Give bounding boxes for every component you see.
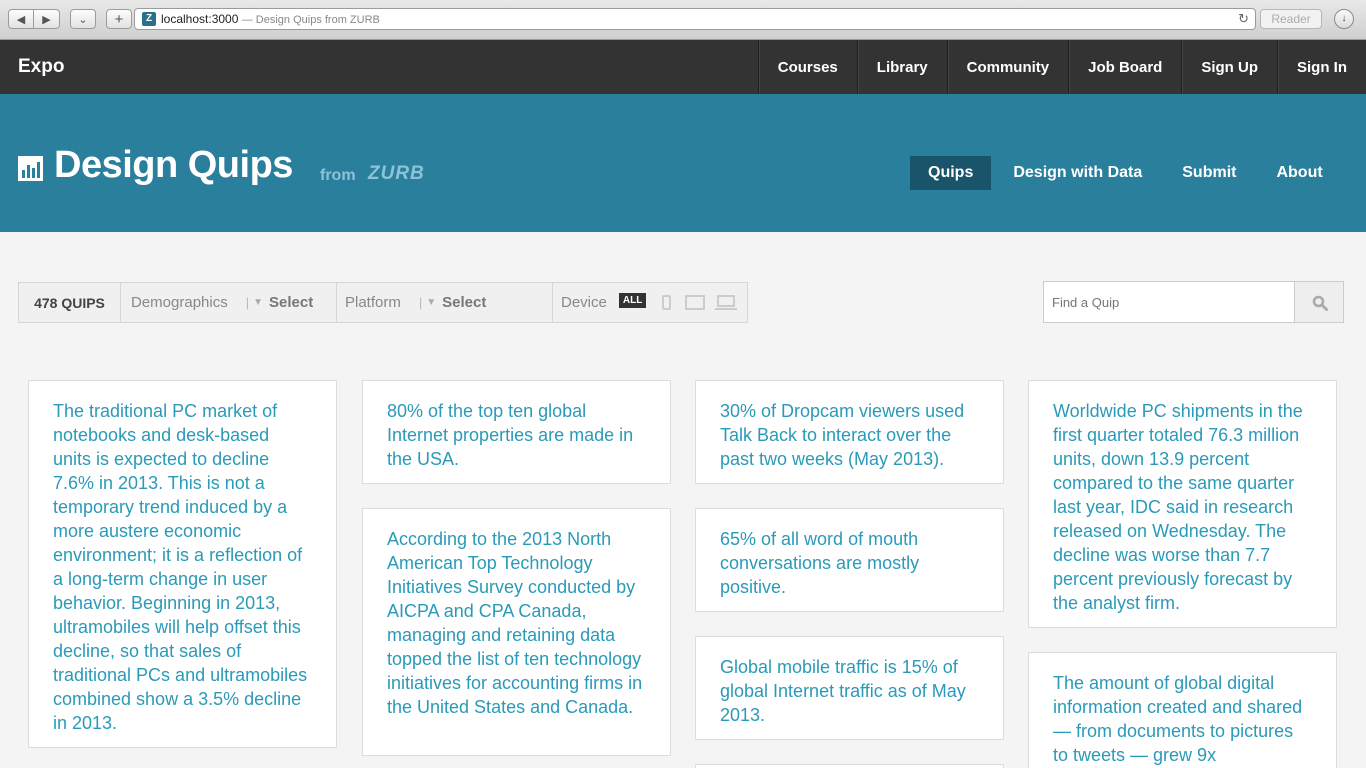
platform-filter[interactable]: Platform | ▼ Select: [337, 283, 553, 322]
quip-card[interactable]: [695, 764, 1004, 768]
back-arrow-icon: ◀: [16, 13, 26, 26]
nav-library[interactable]: Library: [856, 40, 947, 94]
divider: |: [245, 295, 250, 310]
browser-toolbar: ◀ ▶ ⌄ + Z localhost:3000 — Design Quips …: [0, 0, 1366, 40]
downloads-icon[interactable]: ↓: [1334, 9, 1354, 29]
quip-card[interactable]: Worldwide PC shipments in the first quar…: [1028, 380, 1337, 628]
tab-about[interactable]: About: [1258, 156, 1340, 190]
back-button[interactable]: ◀: [8, 9, 34, 29]
tab-submit[interactable]: Submit: [1164, 156, 1254, 190]
search-input[interactable]: [1043, 281, 1295, 323]
quip-card[interactable]: 65% of all word of mouth conversations a…: [695, 508, 1004, 612]
quip-card[interactable]: 30% of Dropcam viewers used Talk Back to…: [695, 380, 1004, 484]
pocket-icon: ⌄: [78, 13, 88, 26]
url: localhost:3000: [161, 12, 239, 26]
quip-count: 478 QUIPS: [19, 283, 121, 322]
nav-sign-up[interactable]: Sign Up: [1181, 40, 1277, 94]
hero-banner: Design Quips from ZURB Quips Design with…: [0, 94, 1366, 232]
phone-icon[interactable]: [662, 295, 672, 310]
new-tab-button[interactable]: +: [106, 9, 132, 29]
search-button[interactable]: [1294, 281, 1344, 323]
reader-button[interactable]: Reader: [1260, 9, 1322, 29]
demographics-select[interactable]: Select: [269, 294, 313, 311]
top-nav-list: Courses Library Community Job Board Sign…: [757, 40, 1366, 94]
forward-button[interactable]: ▶: [34, 9, 60, 29]
bar-chart-icon: [18, 156, 43, 181]
platform-label: Platform: [345, 294, 401, 311]
pocket-button[interactable]: ⌄: [70, 9, 96, 29]
quip-card[interactable]: Global mobile traffic is 15% of global I…: [695, 636, 1004, 740]
nav-sign-in[interactable]: Sign In: [1277, 40, 1366, 94]
address-bar[interactable]: Z localhost:3000 — Design Quips from ZUR…: [134, 8, 1256, 30]
search-icon: [1312, 295, 1328, 311]
tab-quips[interactable]: Quips: [910, 156, 992, 190]
device-label: Device: [561, 294, 607, 311]
demographics-label: Demographics: [131, 294, 228, 311]
top-navigation: Expo Courses Library Community Job Board…: [0, 40, 1366, 94]
forward-arrow-icon: ▶: [42, 13, 51, 26]
zurb-logo[interactable]: ZURB: [368, 163, 425, 185]
divider: |: [418, 295, 423, 310]
section-nav: Quips Design with Data Submit About: [910, 156, 1345, 190]
quip-card[interactable]: The amount of global digital information…: [1028, 652, 1337, 768]
favicon-icon: Z: [142, 12, 156, 26]
demographics-filter[interactable]: Demographics | ▼ Select: [121, 283, 337, 322]
quip-card[interactable]: 80% of the top ten global Internet prope…: [362, 380, 671, 484]
platform-select[interactable]: Select: [442, 294, 486, 311]
from-label: from: [320, 167, 356, 184]
quip-card[interactable]: According to the 2013 North American Top…: [362, 508, 671, 756]
device-all-button[interactable]: ALL: [618, 293, 647, 308]
nav-community[interactable]: Community: [946, 40, 1069, 94]
caret-down-icon: ▼: [253, 297, 264, 308]
address-text: localhost:3000 — Design Quips from ZURB: [161, 12, 380, 26]
device-filter: Device ALL: [553, 283, 738, 322]
laptop-icon[interactable]: [715, 294, 738, 310]
site-title[interactable]: Design Quips: [54, 144, 293, 187]
filter-bar: 478 QUIPS Demographics | ▼ Select Platfo…: [18, 282, 748, 323]
tablet-icon[interactable]: [685, 295, 706, 310]
reload-icon[interactable]: ↻: [1238, 11, 1249, 27]
plus-icon: +: [114, 10, 124, 28]
nav-job-board[interactable]: Job Board: [1068, 40, 1181, 94]
quip-card[interactable]: The traditional PC market of notebooks a…: [28, 380, 337, 748]
brand-link[interactable]: Expo: [18, 56, 64, 78]
caret-down-icon: ▼: [426, 297, 437, 308]
page-title-hint: — Design Quips from ZURB: [241, 14, 380, 26]
nav-courses[interactable]: Courses: [757, 40, 857, 94]
tab-design-with-data[interactable]: Design with Data: [995, 156, 1160, 190]
